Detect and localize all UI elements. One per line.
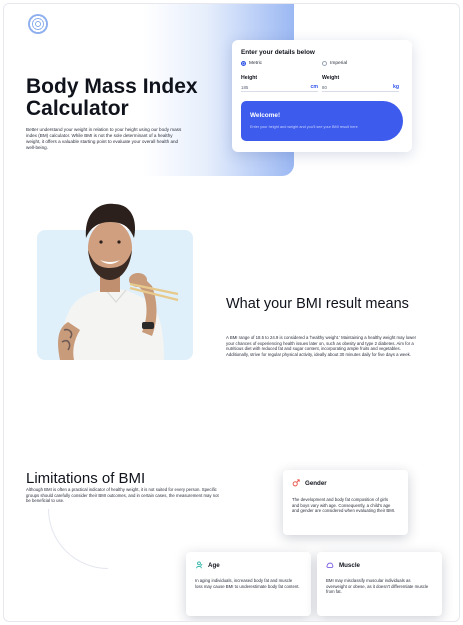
- decorative-arc: [48, 509, 108, 569]
- limitations-text: Although BMI is often a practical indica…: [26, 487, 219, 504]
- age-card-header: Age: [195, 561, 220, 569]
- man-eating-image: [58, 203, 179, 360]
- age-card-text: In aging individuals, increased body fat…: [195, 578, 300, 589]
- metric-radio[interactable]: Metric: [241, 61, 262, 66]
- gender-icon: [292, 479, 300, 487]
- gender-card: Gender The development and body fat comp…: [283, 470, 408, 535]
- muscle-card-text: BMI may misclassify muscular individuals…: [326, 578, 429, 595]
- imperial-label: Imperial: [330, 61, 348, 66]
- bmi-calculator-card: Enter your details below Metric Imperial…: [232, 40, 412, 152]
- metric-label: Metric: [249, 61, 263, 66]
- height-label: Height: [241, 75, 258, 81]
- bmi-landing-page: Body Mass Index Calculator Better unders…: [3, 3, 460, 622]
- weight-value[interactable]: 80: [322, 85, 327, 90]
- muscle-icon: [326, 562, 334, 568]
- gender-card-text: The development and body fat composition…: [292, 497, 396, 514]
- welcome-text: Enter your height and weight and you'll …: [250, 125, 358, 129]
- age-icon: [196, 561, 203, 569]
- height-value[interactable]: 185: [241, 85, 248, 90]
- metric-radio-dot[interactable]: [241, 61, 246, 66]
- gender-card-header: Gender: [292, 479, 327, 487]
- age-card-title: Age: [208, 561, 220, 569]
- result-text: A BMI range of 18.5 to 24.9 is considere…: [226, 335, 417, 357]
- muscle-card-title: Muscle: [339, 561, 360, 569]
- weight-unit: kg: [392, 84, 399, 90]
- height-input[interactable]: 185 cm: [241, 83, 318, 92]
- hero-intro: Better understand your weight in relatio…: [26, 127, 182, 150]
- limitations-title: Limitations of BMI: [26, 470, 146, 487]
- welcome-title: Welcome!: [250, 112, 281, 119]
- weight-input[interactable]: 80 kg: [322, 83, 399, 92]
- gender-card-title: Gender: [305, 479, 327, 487]
- result-title: What your BMI result means: [226, 296, 409, 312]
- imperial-radio-dot[interactable]: [322, 61, 327, 66]
- weight-label: Weight: [322, 75, 340, 81]
- hero-title: Body Mass Index Calculator: [26, 75, 198, 120]
- logo-icon[interactable]: [28, 14, 48, 34]
- imperial-radio[interactable]: Imperial: [322, 61, 347, 66]
- welcome-result-panel: Welcome! Enter your height and weight an…: [241, 101, 403, 141]
- age-card: Age In aging individuals, increased body…: [186, 552, 311, 616]
- muscle-card-header: Muscle: [326, 561, 360, 569]
- height-unit: cm: [310, 84, 319, 90]
- calculator-title: Enter your details below: [241, 49, 315, 56]
- muscle-card: Muscle BMI may misclassify muscular indi…: [317, 552, 442, 616]
